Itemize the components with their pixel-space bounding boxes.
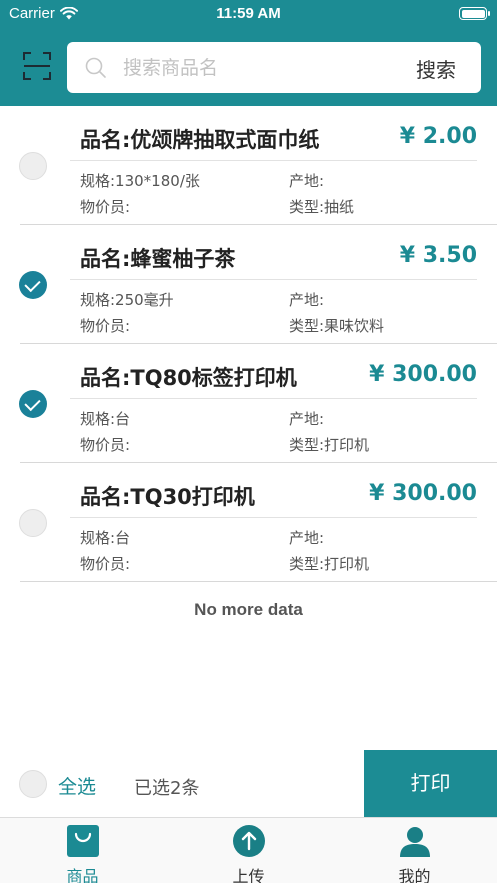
tab-profile[interactable]: 我的 <box>332 818 497 883</box>
select-all-label[interactable]: 全选 <box>58 772 96 799</box>
search-bar: 搜索 <box>67 42 481 93</box>
product-type: 类型:抽纸 <box>289 198 355 216</box>
product-pricer: 物价员: <box>80 555 131 573</box>
search-input[interactable] <box>123 52 393 84</box>
product-pricer: 物价员: <box>80 436 131 454</box>
item-checkbox[interactable] <box>19 271 47 299</box>
select-all-checkbox[interactable] <box>19 770 47 798</box>
product-name: 品名:TQ30打印机 <box>80 485 255 509</box>
product-spec: 规格:台 <box>80 410 131 428</box>
product-spec: 规格:130*180/张 <box>80 172 200 190</box>
scan-icon[interactable] <box>22 51 52 81</box>
product-origin: 产地: <box>289 410 325 428</box>
product-item[interactable]: 品名:优颂牌抽取式面巾纸 ¥ 2.00 规格:130*180/张 产地: 物价员… <box>0 106 497 225</box>
product-pricer: 物价员: <box>80 198 131 216</box>
item-divider <box>70 279 477 280</box>
product-list: 品名:优颂牌抽取式面巾纸 ¥ 2.00 规格:130*180/张 产地: 物价员… <box>0 106 497 582</box>
status-bar: Carrier 11:59 AM <box>0 0 497 28</box>
product-pricer: 物价员: <box>80 317 131 335</box>
product-price: ¥ 300.00 <box>369 362 477 387</box>
product-type: 类型:打印机 <box>289 436 370 454</box>
product-item[interactable]: 品名:TQ80标签打印机 ¥ 300.00 规格:台 产地: 物价员: 类型:打… <box>0 344 497 463</box>
product-type: 类型:果味饮料 <box>289 317 385 335</box>
product-price: ¥ 2.00 <box>399 124 477 149</box>
person-icon <box>400 827 430 857</box>
selection-bar: 全选 已选2条 打印 <box>0 750 497 817</box>
product-item[interactable]: 品名:TQ30打印机 ¥ 300.00 规格:台 产地: 物价员: 类型:打印机 <box>0 463 497 582</box>
item-checkbox[interactable] <box>19 390 47 418</box>
row-separator <box>20 581 497 582</box>
product-origin: 产地: <box>289 172 325 190</box>
item-divider <box>70 398 477 399</box>
product-spec: 规格:250毫升 <box>80 291 174 309</box>
product-price: ¥ 300.00 <box>369 481 477 506</box>
product-name: 品名:TQ80标签打印机 <box>80 366 297 390</box>
product-spec: 规格:台 <box>80 529 131 547</box>
tab-label: 我的 <box>398 867 431 883</box>
header: Carrier 11:59 AM 搜索 <box>0 0 497 106</box>
product-item[interactable]: 品名:蜂蜜柚子茶 ¥ 3.50 规格:250毫升 产地: 物价员: 类型:果味饮… <box>0 225 497 344</box>
product-price: ¥ 3.50 <box>399 243 477 268</box>
item-divider <box>70 517 477 518</box>
item-divider <box>70 160 477 161</box>
item-checkbox[interactable] <box>19 509 47 537</box>
tab-label: 商品 <box>66 867 99 883</box>
upload-icon <box>233 825 265 857</box>
clock: 11:59 AM <box>216 5 281 22</box>
product-name: 品名:蜂蜜柚子茶 <box>80 247 236 271</box>
product-type: 类型:打印机 <box>289 555 370 573</box>
tab-label: 上传 <box>232 867 265 883</box>
product-origin: 产地: <box>289 529 325 547</box>
bag-icon <box>67 825 99 857</box>
item-checkbox[interactable] <box>19 152 47 180</box>
print-button[interactable]: 打印 <box>364 750 497 817</box>
product-origin: 产地: <box>289 291 325 309</box>
search-icon <box>85 57 106 78</box>
tab-upload[interactable]: 上传 <box>166 818 331 883</box>
tab-products[interactable]: 商品 <box>0 818 165 883</box>
tab-bar: 商品 上传 我的 <box>0 817 497 883</box>
search-button[interactable]: 搜索 <box>416 54 456 83</box>
list-end-message: No more data <box>194 600 303 619</box>
product-name: 品名:优颂牌抽取式面巾纸 <box>80 128 320 152</box>
selected-count: 已选2条 <box>134 778 200 799</box>
battery-icon <box>459 7 490 20</box>
